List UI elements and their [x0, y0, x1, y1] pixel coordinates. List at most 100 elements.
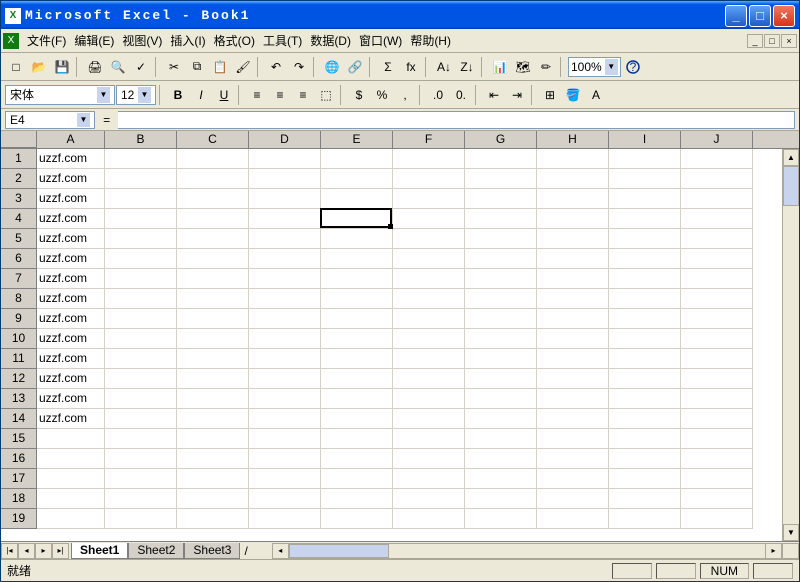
cell-I19[interactable]: [609, 509, 681, 529]
cell-J19[interactable]: [681, 509, 753, 529]
cell-F19[interactable]: [393, 509, 465, 529]
cell-G17[interactable]: [465, 469, 537, 489]
cell-C18[interactable]: [177, 489, 249, 509]
menu-item-5[interactable]: 工具(T): [259, 30, 306, 51]
tab-last-button[interactable]: ▸|: [52, 543, 69, 559]
cell-D5[interactable]: [249, 229, 321, 249]
cell-G9[interactable]: [465, 309, 537, 329]
cell-C15[interactable]: [177, 429, 249, 449]
cell-A11[interactable]: uzzf.com: [37, 349, 105, 369]
cell-F16[interactable]: [393, 449, 465, 469]
font-size-combo[interactable]: 12 ▼: [116, 85, 156, 105]
cell-D17[interactable]: [249, 469, 321, 489]
column-header-H[interactable]: H: [537, 131, 609, 148]
preview-button[interactable]: 🔍: [107, 56, 129, 78]
cell-J12[interactable]: [681, 369, 753, 389]
cell-E14[interactable]: [321, 409, 393, 429]
cell-C4[interactable]: [177, 209, 249, 229]
name-box[interactable]: E4 ▼: [5, 111, 95, 129]
mdi-close-button[interactable]: ×: [781, 34, 797, 48]
cell-D6[interactable]: [249, 249, 321, 269]
cell-H6[interactable]: [537, 249, 609, 269]
cell-J3[interactable]: [681, 189, 753, 209]
cell-H14[interactable]: [537, 409, 609, 429]
autosum-button[interactable]: Σ: [377, 56, 399, 78]
column-header-F[interactable]: F: [393, 131, 465, 148]
cell-H15[interactable]: [537, 429, 609, 449]
cell-C5[interactable]: [177, 229, 249, 249]
cell-D8[interactable]: [249, 289, 321, 309]
currency-button[interactable]: $: [348, 84, 370, 106]
cell-G11[interactable]: [465, 349, 537, 369]
cell-J7[interactable]: [681, 269, 753, 289]
cell-D13[interactable]: [249, 389, 321, 409]
cell-I4[interactable]: [609, 209, 681, 229]
cell-H1[interactable]: [537, 149, 609, 169]
menu-item-6[interactable]: 数据(D): [306, 30, 355, 51]
cell-C16[interactable]: [177, 449, 249, 469]
menu-item-1[interactable]: 编辑(E): [70, 30, 118, 51]
cell-H7[interactable]: [537, 269, 609, 289]
cell-G2[interactable]: [465, 169, 537, 189]
cell-E18[interactable]: [321, 489, 393, 509]
cell-D7[interactable]: [249, 269, 321, 289]
open-button[interactable]: 📂: [28, 56, 50, 78]
cell-C8[interactable]: [177, 289, 249, 309]
cell-I8[interactable]: [609, 289, 681, 309]
help-button[interactable]: ?: [622, 56, 644, 78]
cell-H17[interactable]: [537, 469, 609, 489]
cell-D4[interactable]: [249, 209, 321, 229]
paste-button[interactable]: 📋: [209, 56, 231, 78]
cell-I6[interactable]: [609, 249, 681, 269]
menu-item-8[interactable]: 帮助(H): [406, 30, 455, 51]
cell-A19[interactable]: [37, 509, 105, 529]
mdi-minimize-button[interactable]: _: [747, 34, 763, 48]
vertical-scroll-thumb[interactable]: [783, 166, 799, 206]
menu-item-4[interactable]: 格式(O): [210, 30, 259, 51]
cell-A9[interactable]: uzzf.com: [37, 309, 105, 329]
copy-button[interactable]: ⧉: [186, 56, 208, 78]
cell-G15[interactable]: [465, 429, 537, 449]
row-header-11[interactable]: 11: [1, 349, 37, 369]
cell-E16[interactable]: [321, 449, 393, 469]
row-header-9[interactable]: 9: [1, 309, 37, 329]
cell-F11[interactable]: [393, 349, 465, 369]
cell-C11[interactable]: [177, 349, 249, 369]
cell-A10[interactable]: uzzf.com: [37, 329, 105, 349]
sort-asc-button[interactable]: A↓: [433, 56, 455, 78]
hyperlink-button[interactable]: 🌐: [321, 56, 343, 78]
align-right-button[interactable]: ≡: [292, 84, 314, 106]
cell-B17[interactable]: [105, 469, 177, 489]
row-header-17[interactable]: 17: [1, 469, 37, 489]
cell-F4[interactable]: [393, 209, 465, 229]
cell-I11[interactable]: [609, 349, 681, 369]
cell-G7[interactable]: [465, 269, 537, 289]
undo-button[interactable]: ↶: [265, 56, 287, 78]
horizontal-scroll-thumb[interactable]: [289, 544, 389, 558]
minimize-button[interactable]: _: [725, 5, 747, 27]
row-header-3[interactable]: 3: [1, 189, 37, 209]
cells-area[interactable]: uzzf.comuzzf.comuzzf.comuzzf.comuzzf.com…: [37, 149, 799, 541]
cell-F9[interactable]: [393, 309, 465, 329]
cell-H9[interactable]: [537, 309, 609, 329]
row-header-6[interactable]: 6: [1, 249, 37, 269]
cell-A14[interactable]: uzzf.com: [37, 409, 105, 429]
row-header-14[interactable]: 14: [1, 409, 37, 429]
cell-F2[interactable]: [393, 169, 465, 189]
spellcheck-button[interactable]: ✓: [130, 56, 152, 78]
cell-H2[interactable]: [537, 169, 609, 189]
cell-A13[interactable]: uzzf.com: [37, 389, 105, 409]
cell-A15[interactable]: [37, 429, 105, 449]
function-button[interactable]: fx: [400, 56, 422, 78]
column-header-A[interactable]: A: [37, 131, 105, 148]
cell-D14[interactable]: [249, 409, 321, 429]
cell-J13[interactable]: [681, 389, 753, 409]
cell-G6[interactable]: [465, 249, 537, 269]
cell-F18[interactable]: [393, 489, 465, 509]
cell-D9[interactable]: [249, 309, 321, 329]
cell-G4[interactable]: [465, 209, 537, 229]
cell-H4[interactable]: [537, 209, 609, 229]
close-button[interactable]: ×: [773, 5, 795, 27]
cell-B19[interactable]: [105, 509, 177, 529]
sheet-tab-sheet3[interactable]: Sheet3: [184, 543, 240, 559]
